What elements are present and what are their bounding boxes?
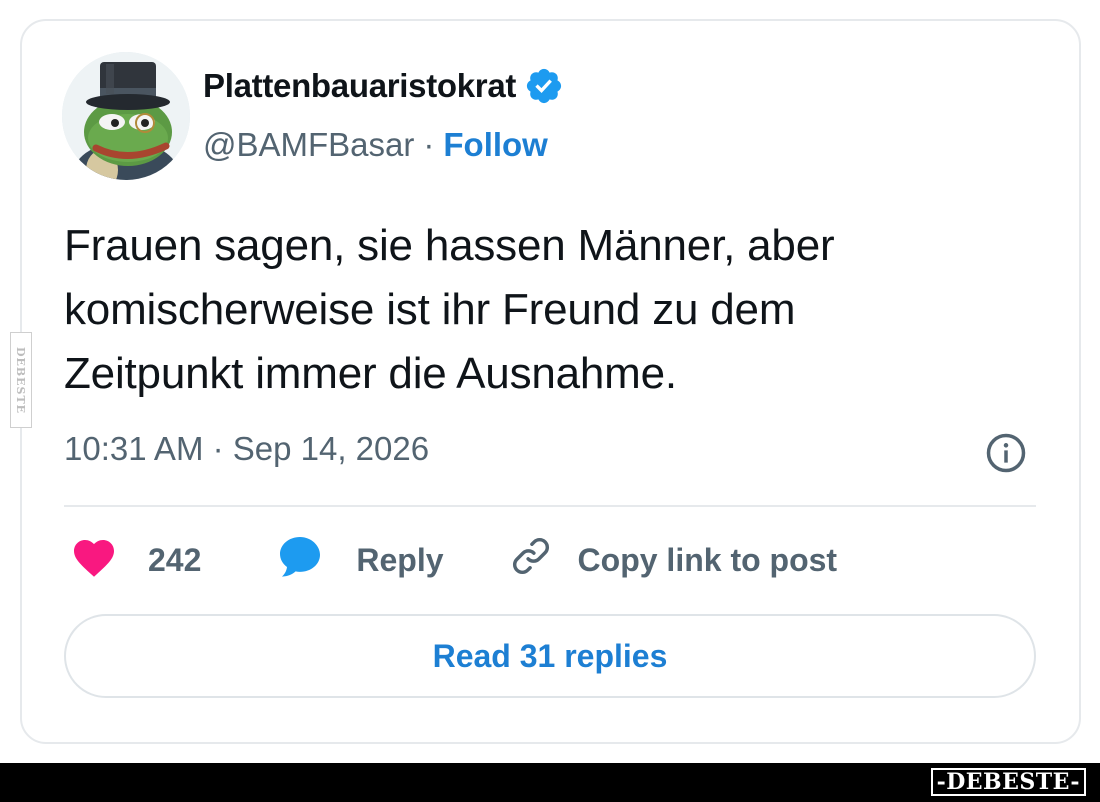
author-display-name[interactable]: Plattenbauaristokrat bbox=[203, 67, 516, 105]
tweet-text-line: Zeitpunkt immer die Ausnahme. bbox=[64, 349, 677, 398]
author-handle-row: @BAMFBasar · Follow bbox=[203, 126, 548, 164]
info-icon[interactable] bbox=[985, 432, 1027, 474]
read-replies-button[interactable]: Read 31 replies bbox=[64, 614, 1036, 698]
follow-button[interactable]: Follow bbox=[443, 126, 547, 164]
avatar[interactable] bbox=[62, 52, 190, 180]
tweet-text-line: Frauen sagen, sie hassen Männer, aber bbox=[64, 221, 835, 270]
footer-watermark-logo: -DEBESTE- bbox=[930, 768, 1086, 796]
speech-bubble-icon bbox=[276, 533, 324, 587]
tweet-actions: 242 Reply Copy link to post bbox=[70, 530, 837, 590]
author-name-row: Plattenbauaristokrat bbox=[203, 66, 564, 106]
side-watermark: DEBESTE bbox=[10, 332, 32, 428]
copy-link-label: Copy link to post bbox=[577, 541, 838, 578]
like-count: 242 bbox=[148, 541, 202, 578]
reply-label: Reply bbox=[356, 541, 444, 578]
like-button[interactable]: 242 bbox=[70, 534, 201, 586]
tweet-text: Frauen sagen, sie hassen Männer, aber ko… bbox=[64, 214, 1024, 406]
heart-icon bbox=[70, 534, 118, 586]
tweet-timestamp[interactable]: 10:31 AM · Sep 14, 2026 bbox=[64, 430, 429, 468]
separator-dot: · bbox=[423, 126, 435, 163]
copy-link-button[interactable]: Copy link to post bbox=[508, 533, 838, 587]
frog-avatar-icon bbox=[62, 52, 190, 180]
footer-bar: -DEBESTE- bbox=[0, 763, 1100, 802]
reply-button[interactable]: Reply bbox=[276, 533, 444, 587]
tweet-text-line: komischerweise ist ihr Freund zu dem bbox=[64, 285, 796, 334]
link-icon bbox=[508, 533, 554, 587]
side-watermark-text: DEBESTE bbox=[14, 346, 28, 414]
divider bbox=[64, 505, 1036, 507]
verified-badge-icon bbox=[524, 66, 564, 106]
author-handle[interactable]: @BAMFBasar bbox=[203, 126, 414, 164]
